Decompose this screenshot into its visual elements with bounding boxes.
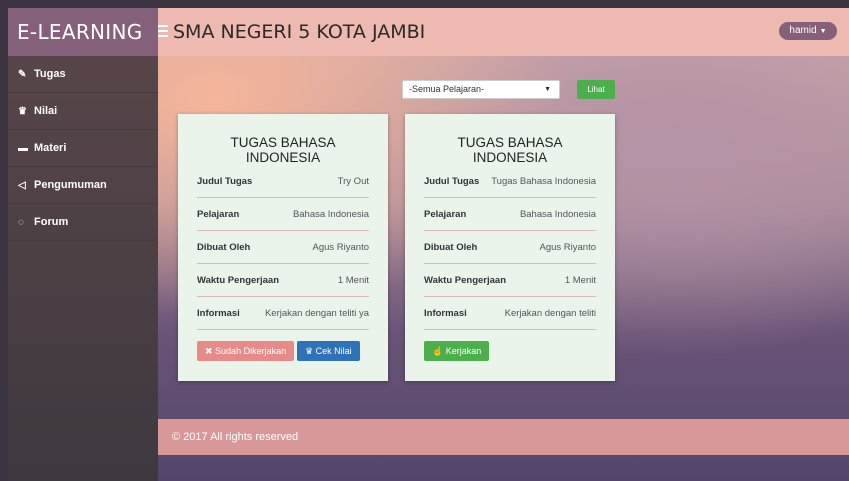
row-value: Kerjakan dengan teliti ya <box>264 307 369 319</box>
card-row: Waktu Pengerjaan 1 Menit <box>424 264 596 297</box>
card-row: Judul Tugas Tugas Bahasa Indonesia <box>424 165 596 198</box>
sidebar-item-tugas[interactable]: ✎ Tugas <box>8 56 158 93</box>
sidebar: ✎ Tugas ♛ Nilai ▬ Materi ◁ Pengumuman ◌ … <box>8 56 158 481</box>
row-label: Waktu Pengerjaan <box>197 274 280 286</box>
card-row: Pelajaran Bahasa Indonesia <box>424 198 596 231</box>
row-label: Dibuat Oleh <box>197 241 251 253</box>
user-menu-button[interactable]: hamid ▼ <box>779 22 837 40</box>
app-brand[interactable]: E-LEARNING <box>8 8 158 56</box>
subject-select-value: -Semua Pelajaran- <box>409 84 485 94</box>
sidebar-item-label: Materi <box>34 142 67 154</box>
sidebar-item-label: Forum <box>34 216 69 228</box>
sudah-dikerjakan-button[interactable]: ✖ Sudah Dikerjakan <box>197 341 295 361</box>
row-value: Tugas Bahasa Indonesia <box>491 175 596 187</box>
card-row: Informasi Kerjakan dengan teliti <box>424 297 596 330</box>
button-label: Sudah Dikerjakan <box>215 346 287 356</box>
chevron-down-icon: ▼ <box>544 86 551 93</box>
row-value: Bahasa Indonesia <box>519 208 596 220</box>
pencil-icon: ✎ <box>18 68 27 80</box>
row-value: Try Out <box>337 175 369 187</box>
kerjakan-button[interactable]: ☝ Kerjakan <box>424 341 490 361</box>
bullhorn-icon: ◁ <box>18 179 26 191</box>
card-row: Dibuat Oleh Agus Riyanto <box>197 231 369 264</box>
card-title: TUGAS BAHASA INDONESIA <box>230 135 336 165</box>
row-value: Agus Riyanto <box>539 241 596 253</box>
row-label: Waktu Pengerjaan <box>424 274 507 286</box>
page-title: SMA NEGERI 5 KOTA JAMBI <box>173 21 426 43</box>
task-card: TUGAS BAHASA INDONESIA Judul Tugas Try Ou… <box>178 114 388 381</box>
sidebar-item-label: Nilai <box>34 105 58 117</box>
chevron-down-icon: ▼ <box>819 28 827 35</box>
row-value: Agus Riyanto <box>312 241 369 253</box>
user-name: hamid <box>789 25 817 36</box>
card-title: TUGAS BAHASA INDONESIA <box>457 135 563 165</box>
thumbs-up-icon: ☝ <box>432 346 446 356</box>
row-label: Pelajaran <box>424 208 467 220</box>
main-content: -Semua Pelajaran- ▼ Lihat TUGAS BAHASA I… <box>158 56 849 481</box>
close-icon: ✖ <box>205 346 216 356</box>
task-card: TUGAS BAHASA INDONESIA Judul Tugas Tugas … <box>405 114 615 381</box>
comments-icon: ◌ <box>18 216 24 228</box>
row-value: 1 Menit <box>337 274 369 286</box>
row-label: Informasi <box>424 307 467 319</box>
row-value: Bahasa Indonesia <box>292 208 369 220</box>
row-label: Judul Tugas <box>424 175 480 187</box>
row-label: Informasi <box>197 307 240 319</box>
menu-toggle-icon[interactable] <box>158 25 168 37</box>
trophy-icon: ♛ <box>18 105 27 117</box>
lihat-button[interactable]: Lihat <box>577 80 615 99</box>
top-header: E-LEARNING SMA NEGERI 5 KOTA JAMBI hamid… <box>8 8 849 56</box>
card-row: Judul Tugas Try Out <box>197 165 369 198</box>
sidebar-item-label: Pengumuman <box>34 179 107 191</box>
cek-nilai-button[interactable]: ♛ Cek Nilai <box>297 341 360 361</box>
row-label: Dibuat Oleh <box>424 241 478 253</box>
row-value: 1 Menit <box>564 274 596 286</box>
button-label: Cek Nilai <box>315 346 352 356</box>
card-row: Dibuat Oleh Agus Riyanto <box>424 231 596 264</box>
card-row: Waktu Pengerjaan 1 Menit <box>197 264 369 297</box>
card-row: Informasi Kerjakan dengan teliti ya <box>197 297 369 330</box>
sidebar-item-pengumuman[interactable]: ◁ Pengumuman <box>8 167 158 204</box>
book-icon: ▬ <box>18 142 28 154</box>
card-actions: ☝ Kerjakan <box>424 341 596 361</box>
card-actions: ✖ Sudah Dikerjakan ♛ Cek Nilai <box>197 341 369 361</box>
trophy-icon: ♛ <box>305 346 316 356</box>
row-value: Kerjakan dengan teliti <box>504 307 596 319</box>
card-row: Pelajaran Bahasa Indonesia <box>197 198 369 231</box>
sidebar-item-materi[interactable]: ▬ Materi <box>8 130 158 167</box>
sidebar-item-forum[interactable]: ◌ Forum <box>8 204 158 241</box>
sidebar-item-label: Tugas <box>34 68 66 80</box>
row-label: Pelajaran <box>197 208 240 220</box>
sidebar-item-nilai[interactable]: ♛ Nilai <box>8 93 158 130</box>
subject-select[interactable]: -Semua Pelajaran- ▼ <box>402 80 560 99</box>
row-label: Judul Tugas <box>197 175 253 187</box>
footer: © 2017 All rights reserved <box>158 419 849 455</box>
button-label: Kerjakan <box>445 346 482 356</box>
